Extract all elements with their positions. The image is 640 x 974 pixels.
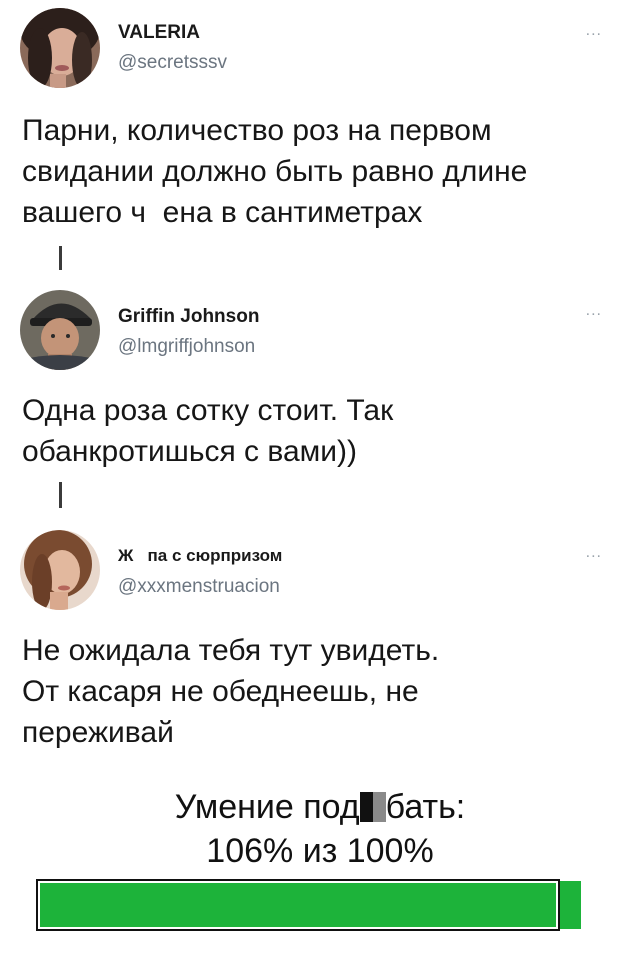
tweet-text: Парни, количество роз на первом свидании… bbox=[22, 110, 622, 233]
avatar-surprise[interactable] bbox=[20, 530, 100, 610]
skill-progress-bar bbox=[36, 879, 560, 931]
censor-block bbox=[359, 792, 386, 822]
caption-part-2: бать: bbox=[385, 788, 466, 826]
avatar-griffin[interactable] bbox=[20, 290, 100, 370]
more-options-icon[interactable]: ... bbox=[586, 303, 602, 319]
meme-caption: Умение под бать: bbox=[0, 786, 640, 828]
tweet-text-line: От касаря не обеднеешь, не bbox=[22, 675, 419, 708]
tweet-text: Одна роза сотку стоит. Так обанкротишься… bbox=[22, 390, 622, 472]
display-name[interactable]: VALERIA bbox=[118, 22, 200, 44]
tweet-text-line: вашего ч ена в сантиметрах bbox=[22, 196, 423, 229]
thread-connector bbox=[59, 246, 62, 270]
display-name[interactable]: Griffin Johnson bbox=[118, 306, 259, 328]
thread-connector bbox=[59, 482, 62, 508]
user-handle[interactable]: @secretsssv bbox=[118, 52, 227, 74]
meme-subcaption: 106% из 100% bbox=[206, 832, 434, 870]
avatar-valeria[interactable] bbox=[20, 8, 100, 88]
tweet-text-line: Парни, количество роз на первом bbox=[22, 114, 492, 147]
tweet-text-line: обанкротишься с вами)) bbox=[22, 435, 358, 468]
progress-fill bbox=[40, 883, 556, 927]
progress-overflow bbox=[560, 881, 581, 929]
display-name[interactable]: Ж па с сюрпризом bbox=[118, 546, 282, 566]
tweet-text-line: Одна роза сотку стоит. Так bbox=[22, 394, 394, 427]
tweet-text-line: свидании должно быть равно длине bbox=[22, 155, 528, 188]
tweet-text-line: Не ожидала тебя тут увидеть. bbox=[22, 634, 440, 667]
user-handle[interactable]: @xxxmenstruacion bbox=[118, 576, 280, 598]
tweet-text: Не ожидала тебя тут увидеть. От касаря н… bbox=[22, 630, 622, 753]
user-handle[interactable]: @lmgriffjohnson bbox=[118, 336, 255, 358]
more-options-icon[interactable]: ... bbox=[586, 545, 602, 561]
more-options-icon[interactable]: ... bbox=[586, 23, 602, 39]
caption-part-1: Умение под bbox=[174, 788, 360, 826]
tweet-text-line: переживай bbox=[22, 716, 174, 749]
